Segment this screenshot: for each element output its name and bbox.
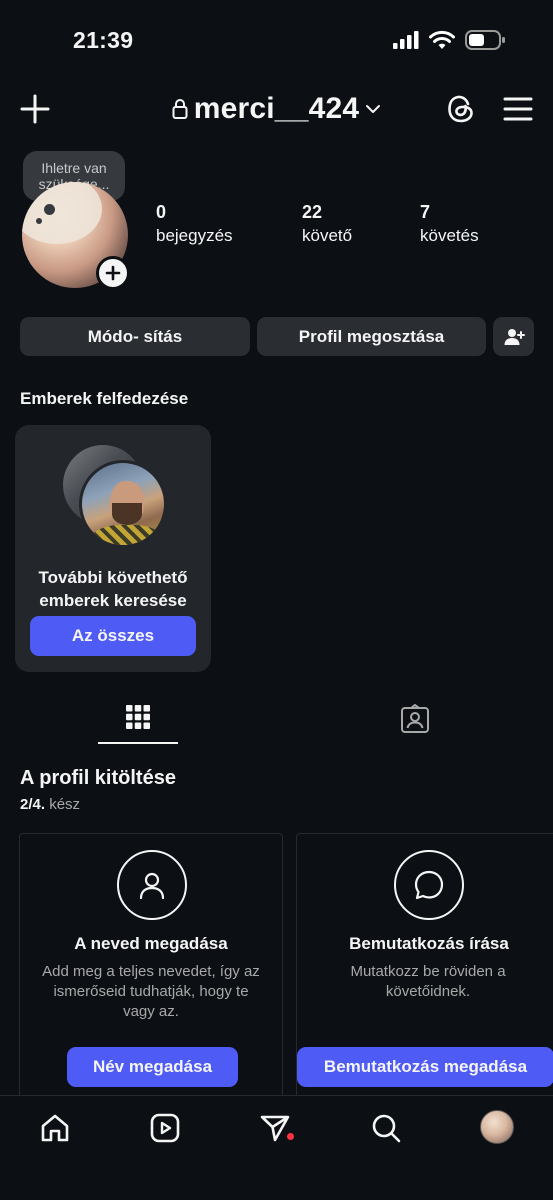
- person-icon: [139, 872, 165, 900]
- posts-label: bejegyzés: [156, 226, 233, 245]
- task-icon-wrap: [117, 850, 187, 920]
- profile-completion-progress: 2/4. kész: [20, 796, 80, 813]
- followers-value: 22: [302, 202, 323, 222]
- nav-reels[interactable]: [147, 1110, 183, 1146]
- top-bar: merci__424: [0, 84, 553, 136]
- task-card-name: A neved megadása Add meg a teljes nevede…: [19, 833, 283, 1103]
- send-icon: [260, 1115, 290, 1142]
- threads-button[interactable]: [444, 92, 478, 126]
- nav-home[interactable]: [37, 1110, 73, 1146]
- status-bar: 21:39: [0, 0, 553, 80]
- nav-profile-avatar[interactable]: [480, 1110, 514, 1144]
- suggested-person-photo: [79, 460, 167, 548]
- task-title: A neved megadása: [74, 934, 228, 953]
- following-label: követés: [420, 226, 479, 245]
- following-count[interactable]: 7 követés: [420, 202, 479, 246]
- battery-icon: [465, 30, 505, 50]
- add-bio-button[interactable]: Bemutatkozás megadása: [297, 1047, 553, 1087]
- note-bubble-dot: [44, 204, 55, 215]
- discover-card[interactable]: További követhető emberek keresése Az ös…: [15, 425, 211, 672]
- tab-posts-grid[interactable]: [98, 700, 178, 746]
- followers-count[interactable]: 22 követő: [302, 202, 352, 246]
- profile-tabs: [0, 700, 553, 746]
- plus-icon: [105, 265, 121, 281]
- wifi-icon: [429, 30, 455, 49]
- nav-direct-messages[interactable]: [257, 1110, 293, 1146]
- cellular-signal-icon: [393, 31, 419, 49]
- notification-dot: [287, 1133, 294, 1140]
- grid-icon: [126, 705, 150, 729]
- username: merci__424: [193, 92, 360, 125]
- add-story-button[interactable]: [96, 256, 130, 290]
- tagged-person-icon: [401, 704, 429, 733]
- followers-label: követő: [302, 226, 353, 245]
- see-all-button[interactable]: Az összes: [30, 616, 196, 656]
- following-value: 7: [420, 202, 431, 222]
- reels-icon: [150, 1113, 180, 1143]
- chat-bubble-icon: [414, 870, 444, 900]
- tab-tagged[interactable]: [375, 700, 455, 746]
- add-person-icon: [504, 328, 525, 345]
- discover-people-title: Emberek felfedezése: [20, 389, 189, 408]
- lock-icon: [172, 99, 188, 119]
- search-icon: [372, 1114, 401, 1143]
- profile-actions: Módo- sítás Profil megosztása: [20, 317, 534, 356]
- share-profile-button[interactable]: Profil megosztása: [257, 317, 486, 356]
- status-icons: [393, 30, 505, 50]
- home-icon: [41, 1114, 69, 1142]
- task-description: Add meg a teljes nevedet, így az ismerős…: [42, 963, 260, 1020]
- nav-search[interactable]: [368, 1110, 404, 1146]
- task-title: Bemutatkozás írása: [349, 934, 509, 953]
- status-time: 21:39: [73, 27, 134, 53]
- active-tab-indicator: [98, 742, 178, 744]
- task-icon-wrap: [394, 850, 464, 920]
- note-bubble-dot-small: [36, 218, 42, 224]
- task-card-bio: Bemutatkozás írása Mutatkozz be röviden …: [296, 833, 553, 1103]
- hamburger-menu-icon: [503, 97, 533, 121]
- bottom-navigation: [0, 1095, 553, 1200]
- posts-count[interactable]: 0 bejegyzés: [156, 202, 233, 246]
- menu-button[interactable]: [502, 92, 534, 126]
- profile-completion-title: A profil kitöltése: [20, 767, 176, 789]
- progress-suffix: kész: [49, 796, 81, 813]
- edit-profile-button[interactable]: Módo- sítás: [20, 317, 250, 356]
- discover-people-button[interactable]: [493, 317, 534, 356]
- chevron-down-icon: [366, 105, 381, 113]
- threads-icon: [448, 95, 473, 123]
- task-description: Mutatkozz be röviden a követőidnek.: [350, 963, 506, 1000]
- discover-card-text: További követhető emberek keresése: [38, 568, 188, 610]
- progress-count: 2/4.: [20, 796, 46, 813]
- posts-value: 0: [156, 202, 167, 222]
- add-name-button[interactable]: Név megadása: [67, 1047, 238, 1087]
